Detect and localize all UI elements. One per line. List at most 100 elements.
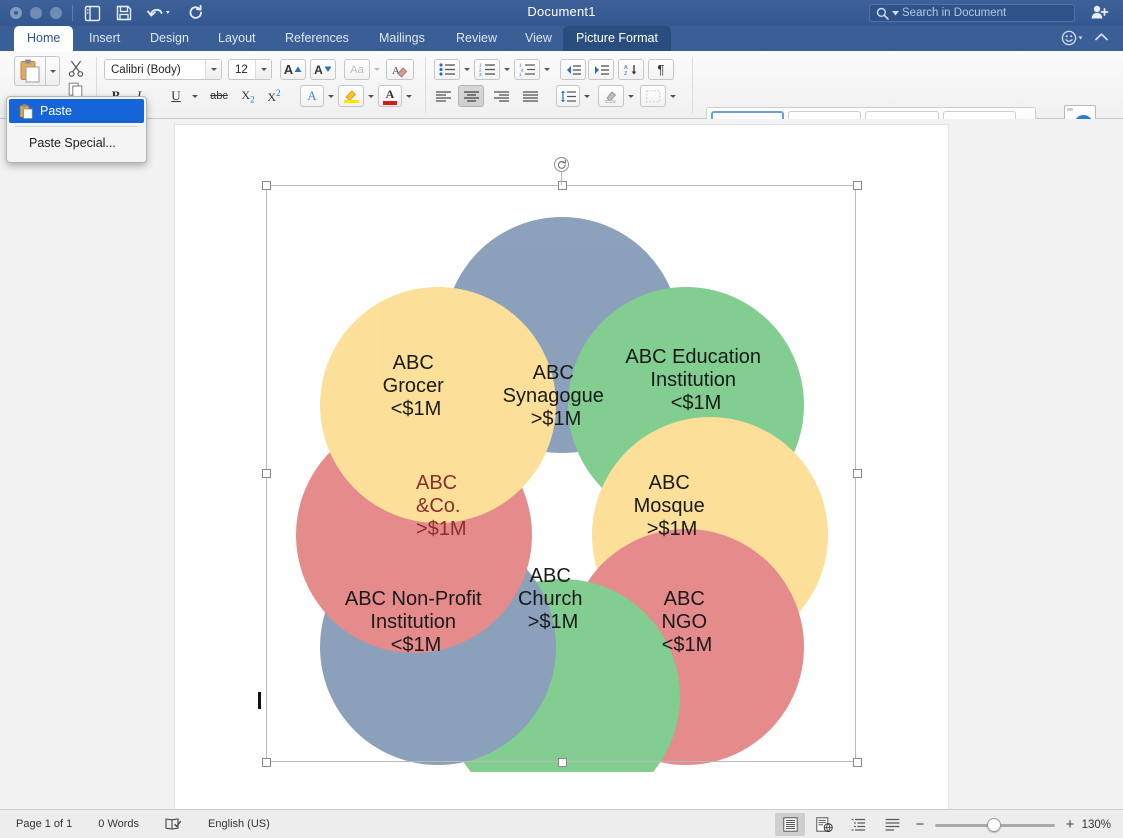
multilevel-list-button[interactable]: 1a1 — [514, 59, 540, 80]
smiley-face-icon[interactable] — [1061, 30, 1085, 46]
highlight-color-swatch — [344, 100, 359, 103]
font-family-value: Calibri (Body) — [111, 64, 181, 76]
svg-text:A: A — [392, 65, 400, 77]
sort-az-button[interactable]: AZ — [618, 59, 644, 80]
tab-layout[interactable]: Layout — [205, 26, 269, 51]
font-color-swatch — [383, 101, 397, 105]
zoom-in-button[interactable]: + — [1061, 816, 1079, 833]
shading-dropdown-icon[interactable] — [624, 85, 637, 107]
svg-text:1: 1 — [519, 72, 522, 76]
outline-view-button[interactable] — [843, 813, 873, 836]
status-left: Page 1 of 1 0 Words English (US) — [0, 817, 270, 831]
numbered-list-dropdown-icon[interactable] — [500, 59, 513, 80]
shrink-font-label: A — [314, 63, 323, 77]
justify-button[interactable] — [517, 85, 543, 107]
text-effects-label: A — [307, 88, 316, 104]
bullet-list-button[interactable] — [434, 59, 460, 80]
resize-handle-ne[interactable] — [853, 181, 862, 190]
font-family-dropdown-icon[interactable] — [205, 60, 221, 79]
resize-handle-n[interactable] — [558, 181, 567, 190]
font-size-combo[interactable]: 12 — [228, 59, 272, 80]
image-selection-frame — [266, 185, 856, 762]
font-color-dropdown-icon[interactable] — [402, 85, 415, 107]
increase-indent-button[interactable] — [588, 59, 614, 80]
tab-view[interactable]: View — [512, 26, 565, 51]
clear-formatting-button[interactable]: A — [386, 59, 414, 80]
text-effects-dropdown-icon[interactable] — [324, 85, 337, 107]
shading-button[interactable] — [598, 85, 624, 107]
tab-insert[interactable]: Insert — [76, 26, 133, 51]
page-indicator[interactable]: Page 1 of 1 — [16, 818, 72, 830]
line-spacing-dropdown-icon[interactable] — [580, 85, 593, 107]
paste-dropdown-arrow[interactable] — [46, 56, 60, 86]
resize-handle-e[interactable] — [853, 469, 862, 478]
font-color-button[interactable]: A — [378, 85, 402, 107]
draft-view-button[interactable] — [877, 813, 907, 836]
search-dropdown-icon[interactable] — [892, 11, 899, 16]
resize-handle-s[interactable] — [558, 758, 567, 767]
show-marks-button[interactable]: ¶ — [648, 59, 674, 80]
chevron-down-icon — [50, 70, 56, 73]
multilevel-list-dropdown-icon[interactable] — [540, 59, 553, 80]
highlight-dropdown-icon[interactable] — [364, 85, 377, 107]
cut-button[interactable] — [64, 57, 88, 79]
strikethrough-button[interactable]: abc — [206, 85, 232, 107]
font-family-combo[interactable]: Calibri (Body) — [104, 59, 222, 80]
change-case-button[interactable]: Aa — [344, 59, 370, 80]
subscript-label: X — [241, 88, 250, 102]
tab-picture-format[interactable]: Picture Format — [563, 26, 671, 51]
bullet-list-dropdown-icon[interactable] — [460, 59, 473, 80]
font-size-value: 12 — [235, 64, 248, 76]
align-right-button[interactable] — [488, 85, 514, 107]
resize-handle-se[interactable] — [853, 758, 862, 767]
tab-design[interactable]: Design — [137, 26, 202, 51]
resize-handle-sw[interactable] — [262, 758, 271, 767]
underline-dropdown-icon[interactable] — [188, 85, 202, 107]
svg-text:Z: Z — [624, 71, 628, 76]
change-case-label: Aa — [350, 64, 363, 76]
divider — [425, 57, 426, 113]
numbered-list-button[interactable]: 123 — [474, 59, 500, 80]
word-count[interactable]: 0 Words — [98, 818, 139, 830]
web-layout-view-button[interactable] — [809, 813, 839, 836]
search-input[interactable] — [902, 7, 1068, 19]
language-indicator[interactable]: English (US) — [208, 818, 270, 830]
tab-mailings[interactable]: Mailings — [366, 26, 438, 51]
borders-button[interactable] — [640, 85, 666, 107]
align-center-button[interactable] — [458, 85, 484, 107]
shrink-font-button[interactable]: A — [310, 59, 336, 80]
underline-button[interactable]: U — [164, 85, 188, 107]
menu-item-paste[interactable]: Paste — [9, 99, 144, 123]
ribbon: Calibri (Body) 12 A A Aa A B I U — [0, 51, 1123, 119]
person-add-icon[interactable] — [1091, 4, 1109, 20]
tab-review[interactable]: Review — [443, 26, 510, 51]
tab-references[interactable]: References — [272, 26, 362, 51]
text-effects-button[interactable]: A — [300, 85, 324, 107]
font-size-dropdown-icon[interactable] — [255, 60, 271, 79]
zoom-slider-knob[interactable] — [987, 818, 1001, 832]
line-spacing-button[interactable] — [556, 85, 580, 107]
borders-dropdown-icon[interactable] — [666, 85, 679, 107]
highlight-button[interactable] — [338, 85, 364, 107]
zoom-slider[interactable] — [935, 818, 1055, 832]
decrease-indent-button[interactable] — [560, 59, 586, 80]
rotate-handle[interactable] — [554, 157, 569, 172]
zoom-level-label[interactable]: 130% — [1079, 819, 1123, 831]
change-case-dropdown-icon[interactable] — [370, 59, 384, 80]
superscript-button[interactable]: X2 — [262, 85, 286, 107]
tab-home[interactable]: Home — [14, 26, 73, 51]
paste-button[interactable] — [14, 56, 46, 86]
document-area[interactable]: ABC Grocer <$1M ABC Synagogue >$1M ABC E… — [0, 119, 1123, 809]
search-box[interactable] — [869, 4, 1075, 22]
subscript-button[interactable]: X2 — [236, 85, 260, 107]
align-left-button[interactable] — [430, 85, 456, 107]
print-layout-view-button[interactable] — [775, 813, 805, 836]
ribbon-tab-bar: Home Insert Design Layout References Mai… — [0, 26, 1123, 51]
zoom-out-button[interactable]: − — [911, 816, 929, 833]
menu-item-paste-special[interactable]: Paste Special... — [7, 130, 146, 156]
resize-handle-w[interactable] — [262, 469, 271, 478]
chevron-up-icon[interactable] — [1094, 31, 1109, 43]
grow-font-button[interactable]: A — [280, 59, 306, 80]
resize-handle-nw[interactable] — [262, 181, 271, 190]
proofing-check-icon[interactable] — [165, 817, 182, 831]
